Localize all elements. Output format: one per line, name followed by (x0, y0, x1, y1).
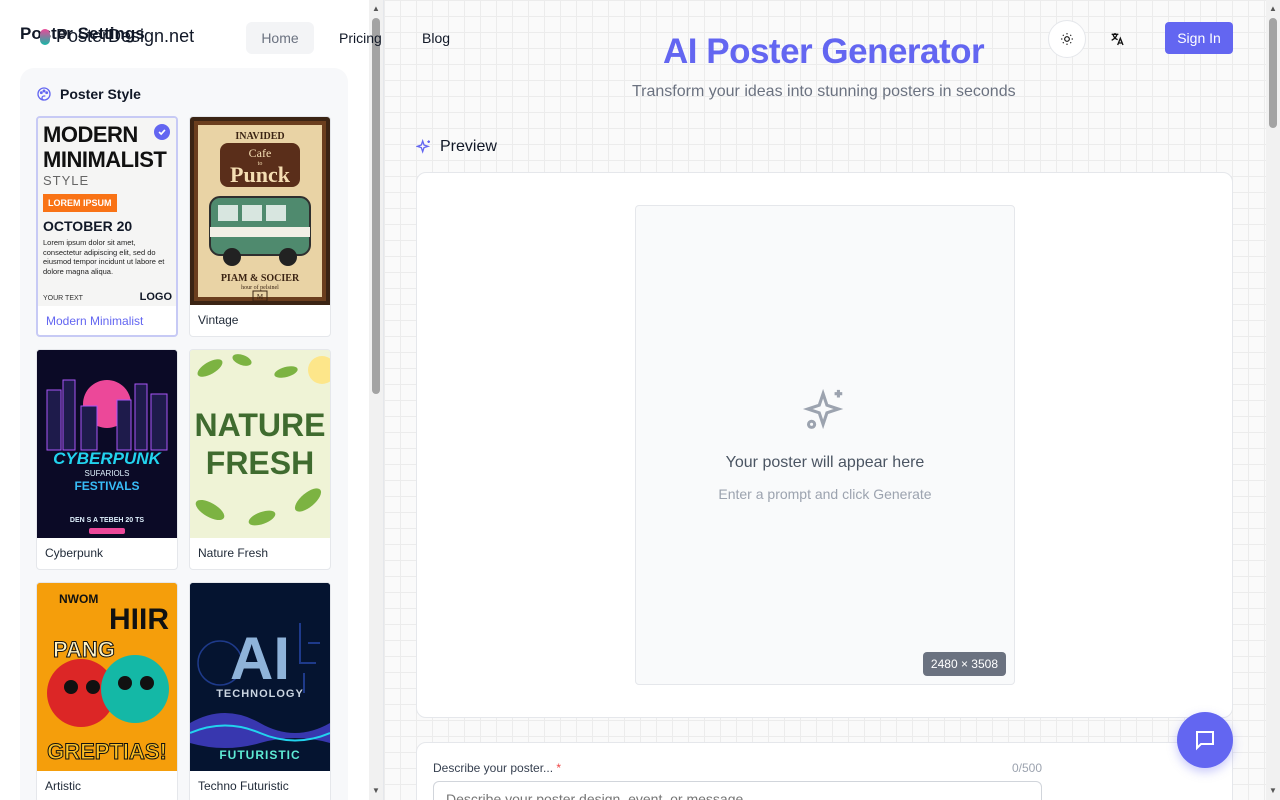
scroll-up-icon[interactable]: ▲ (1269, 4, 1277, 13)
thumb-text: hour of pelsinel (241, 284, 279, 291)
thumb-text: SUFARIOLS (85, 469, 130, 478)
page-subtitle: Transform your ideas into stunning poste… (632, 83, 1016, 100)
thumb-text: INAVIDED (235, 131, 284, 142)
prompt-input[interactable] (433, 781, 1042, 800)
sign-in-button[interactable]: Sign In (1165, 22, 1233, 54)
thumb-text: NWOM (59, 592, 98, 606)
settings-sidebar: Poster Style MODERN MINIMALIST STYLE LOR… (0, 0, 384, 800)
thumb-text: Cafe (249, 146, 272, 160)
sun-icon (1061, 33, 1073, 45)
style-card-vintage[interactable]: INAVIDED Cafe to Punck PIAM & SOCIER hou… (189, 116, 331, 337)
preview-header: Preview (416, 138, 497, 156)
brand-name: PosterDesign.net (56, 26, 195, 46)
style-card-artistic[interactable]: NWOM HIIR PANG GREPTIAS! Artistic (36, 582, 178, 800)
thumb-text: GREPTIAS! (47, 739, 167, 764)
style-card-modern-minimalist[interactable]: MODERN MINIMALIST STYLE LOREM IPSUM OCTO… (36, 116, 178, 337)
thumb-text: M (257, 293, 264, 301)
page-title: AI Poster Generator (663, 32, 985, 71)
thumb-text: MODERN (43, 122, 138, 147)
sparkles-icon (416, 139, 431, 154)
thumb-text: Lorem ipsum dolor sit amet, consectetur … (43, 238, 165, 276)
style-card-label: Vintage (198, 313, 239, 327)
sparkles-placeholder-icon (802, 388, 844, 430)
scroll-up-icon[interactable]: ▲ (372, 4, 380, 13)
nav-blog[interactable]: Blog (422, 22, 450, 54)
thumb-text: FESTIVALS (74, 479, 139, 493)
cyberpunk-thumbnail: CYBERPUNK SUFARIOLS FESTIVALS DEN S A TE… (37, 350, 177, 538)
thumb-text: TECHNOLOGY (216, 688, 304, 700)
poster-style-label: Poster Style (60, 86, 141, 102)
prompt-card: Describe your poster... * 0/500 (416, 742, 1233, 800)
chat-button[interactable] (1177, 712, 1233, 768)
preview-heading: Preview (440, 138, 497, 155)
style-card-label: Artistic (45, 779, 81, 793)
thumb-text: YOUR TEXT (43, 295, 83, 302)
brand-mark-icon (40, 28, 50, 45)
thumb-text: PANG (53, 637, 115, 662)
techno-futuristic-thumbnail: AI TECHNOLOGY FUTURISTIC (190, 583, 330, 771)
sidebar-scrollbar[interactable]: ▲ ▼ (369, 0, 383, 800)
page-scroll-thumb[interactable] (1269, 18, 1277, 128)
thumb-text: OCTOBER 20 (43, 218, 133, 234)
poster-preview-area: Your poster will appear here Enter a pro… (635, 205, 1015, 685)
nature-fresh-thumbnail: NATURE FRESH (190, 350, 330, 538)
style-card-label: Techno Futuristic (198, 779, 289, 793)
prompt-label-text: Describe your poster... (433, 761, 554, 775)
thumb-text: MINIMALIST (43, 147, 167, 172)
poster-style-header: Poster Style (36, 86, 141, 102)
required-mark: * (556, 761, 562, 775)
sidebar-scroll-thumb[interactable] (372, 18, 380, 394)
thumb-text: DEN S A TEBEH 20 TS (70, 517, 144, 524)
page-scrollbar[interactable]: ▲ ▼ (1266, 0, 1280, 800)
selected-check-icon (154, 124, 170, 140)
nav-pricing[interactable]: Pricing (339, 22, 382, 54)
poster-style-panel: Poster Style MODERN MINIMALIST STYLE LOR… (20, 68, 348, 800)
chat-icon (1196, 731, 1214, 751)
style-card-label: Modern Minimalist (46, 314, 144, 328)
modern-minimalist-thumbnail: MODERN MINIMALIST STYLE LOREM IPSUM OCTO… (38, 118, 176, 306)
translate-icon (1111, 33, 1124, 46)
placeholder-title: Your poster will appear here (725, 454, 925, 471)
style-card-techno-futuristic[interactable]: AI TECHNOLOGY FUTURISTIC Techno Futurist… (189, 582, 331, 800)
thumb-text: CYBERPUNK (53, 449, 162, 468)
brand-logo[interactable]: PosterDesign.net (40, 26, 194, 47)
thumb-text: LOREM IPSUM (43, 194, 117, 212)
character-count: 0/500 (1012, 761, 1043, 775)
thumb-text: Punck (230, 162, 291, 187)
thumb-text: HIIR (109, 603, 169, 636)
thumb-text: NATURE (195, 407, 326, 443)
style-card-label: Nature Fresh (198, 546, 269, 560)
language-button[interactable] (1104, 26, 1130, 52)
prompt-label: Describe your poster... * (433, 761, 561, 775)
nav-home[interactable]: Home (246, 22, 314, 54)
thumb-text: PIAM & SOCIER (221, 273, 300, 284)
thumb-text: STYLE (43, 173, 90, 188)
vintage-thumbnail: INAVIDED Cafe to Punck PIAM & SOCIER hou… (190, 117, 330, 305)
scroll-down-icon[interactable]: ▼ (372, 786, 380, 795)
thumb-text: FUTURISTIC (219, 748, 300, 762)
theme-toggle-button[interactable] (1048, 20, 1086, 58)
thumb-text: AI (230, 625, 290, 692)
palette-icon (37, 87, 51, 101)
artistic-thumbnail: NWOM HIIR PANG GREPTIAS! (37, 583, 177, 771)
dimensions-badge: 2480 × 3508 (922, 652, 1006, 676)
thumb-text: FRESH (206, 445, 314, 481)
style-grid: MODERN MINIMALIST STYLE LOREM IPSUM OCTO… (36, 116, 332, 800)
scroll-down-icon[interactable]: ▼ (1269, 786, 1277, 795)
style-card-cyberpunk[interactable]: CYBERPUNK SUFARIOLS FESTIVALS DEN S A TE… (36, 349, 178, 570)
style-card-label: Cyberpunk (45, 546, 104, 560)
placeholder-subtitle: Enter a prompt and click Generate (718, 486, 932, 502)
thumb-text: LOGO (139, 291, 172, 303)
style-card-nature-fresh[interactable]: NATURE FRESH Nature Fresh (189, 349, 331, 570)
